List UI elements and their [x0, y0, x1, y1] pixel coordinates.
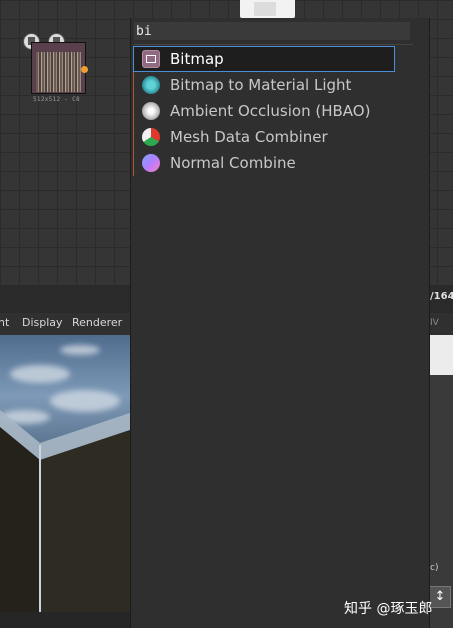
bitmap-node[interactable]: [31, 42, 86, 94]
watermark: 知乎 @琢玉郎: [344, 601, 433, 617]
bitmap-icon: [142, 50, 160, 68]
viewer-menu-environment[interactable]: nt: [0, 316, 9, 329]
right-panel-header-text: /164: [430, 291, 453, 302]
bitmap-node-output-port[interactable]: [81, 66, 88, 73]
search-result-label: Bitmap: [170, 50, 224, 68]
right-panel-subheader-text: IV: [430, 318, 439, 328]
node-search-popup: Bitmap Bitmap to Material Light Ambient …: [130, 18, 430, 628]
cube-edge-shape: [0, 410, 130, 612]
bitmap-node-thumbnail: [36, 52, 81, 92]
search-result-bitmap-to-material-light[interactable]: Bitmap to Material Light: [133, 72, 395, 98]
right-panel-white-area: [430, 335, 453, 375]
normal-combine-icon: [142, 154, 160, 172]
ambient-occlusion-icon: [142, 102, 160, 120]
search-result-label: Ambient Occlusion (HBAO): [170, 102, 371, 120]
search-result-normal-combine[interactable]: Normal Combine: [133, 150, 395, 176]
viewer-toolbar: nt Display Renderer: [0, 313, 130, 335]
bitmap-node-caption: 512x512 - C8: [33, 96, 80, 103]
material-light-icon: [142, 76, 160, 94]
search-separator: [133, 44, 413, 45]
search-result-label: Mesh Data Combiner: [170, 128, 328, 146]
node-search-input[interactable]: [134, 22, 410, 40]
graph-node-top[interactable]: [240, 0, 295, 18]
search-result-ambient-occlusion[interactable]: Ambient Occlusion (HBAO): [133, 98, 395, 124]
viewer-status-bar: [0, 612, 130, 628]
viewer-header: [0, 285, 130, 313]
search-result-bitmap[interactable]: Bitmap: [133, 46, 395, 72]
search-result-label: Normal Combine: [170, 154, 296, 172]
right-panel: [430, 335, 453, 628]
search-result-label: Bitmap to Material Light: [170, 76, 352, 94]
viewer-menu-renderer[interactable]: Renderer: [72, 316, 122, 329]
mesh-data-combiner-icon: [142, 128, 160, 146]
right-panel-small-text: c): [430, 563, 439, 573]
search-results-list: Bitmap Bitmap to Material Light Ambient …: [133, 46, 395, 176]
viewer-menu-display[interactable]: Display: [22, 316, 63, 329]
search-result-mesh-data-combiner[interactable]: Mesh Data Combiner: [133, 124, 395, 150]
